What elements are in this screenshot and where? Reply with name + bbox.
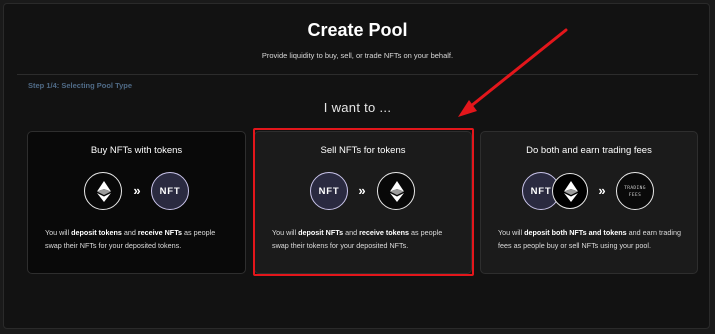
step-indicator: Step 1/4: Selecting Pool Type xyxy=(28,81,133,90)
pool-type-prompt: I want to ... xyxy=(323,100,392,115)
pool-type-card-trade[interactable]: Do both and earn trading fees NFT » TRAD… xyxy=(480,131,698,274)
pool-type-card-sell[interactable]: Sell NFTs for tokens NFT » You will depo… xyxy=(254,131,472,274)
pool-type-card-buy[interactable]: Buy NFTs with tokens » NFT You will depo… xyxy=(27,131,246,274)
page-title: Create Pool xyxy=(307,20,408,40)
nft-badge-label: NFT xyxy=(159,186,181,197)
header-divider xyxy=(17,74,698,75)
card-description: You will deposit tokens and receive NFTs… xyxy=(45,228,216,250)
card-icon-row: » NFT xyxy=(28,172,245,212)
card-title: Sell NFTs for tokens xyxy=(320,145,406,156)
nft-badge: NFT xyxy=(151,172,189,210)
ethereum-icon xyxy=(377,172,415,210)
page-subtitle: Provide liquidity to buy, sell, or trade… xyxy=(261,51,454,60)
card-description: You will deposit NFTs and receive tokens… xyxy=(272,228,443,250)
trading-fees-label: TRADING FEES xyxy=(624,186,646,198)
ethereum-icon xyxy=(552,173,588,209)
card-icon-row: NFT » TRADING FEES xyxy=(481,172,697,212)
nft-badge: NFT xyxy=(310,172,348,210)
card-title: Do both and earn trading fees xyxy=(526,145,652,156)
card-icon-row: NFT » xyxy=(255,172,471,212)
card-description: You will deposit both NFTs and tokens an… xyxy=(498,228,681,250)
card-title: Buy NFTs with tokens xyxy=(90,145,183,156)
nft-badge-label: NFT xyxy=(318,186,340,197)
double-chevron-right-icon: » xyxy=(598,183,606,198)
double-chevron-right-icon: » xyxy=(133,183,141,198)
ethereum-icon xyxy=(84,172,122,210)
trading-fees-badge: TRADING FEES xyxy=(616,172,654,210)
double-chevron-right-icon: » xyxy=(358,183,366,198)
